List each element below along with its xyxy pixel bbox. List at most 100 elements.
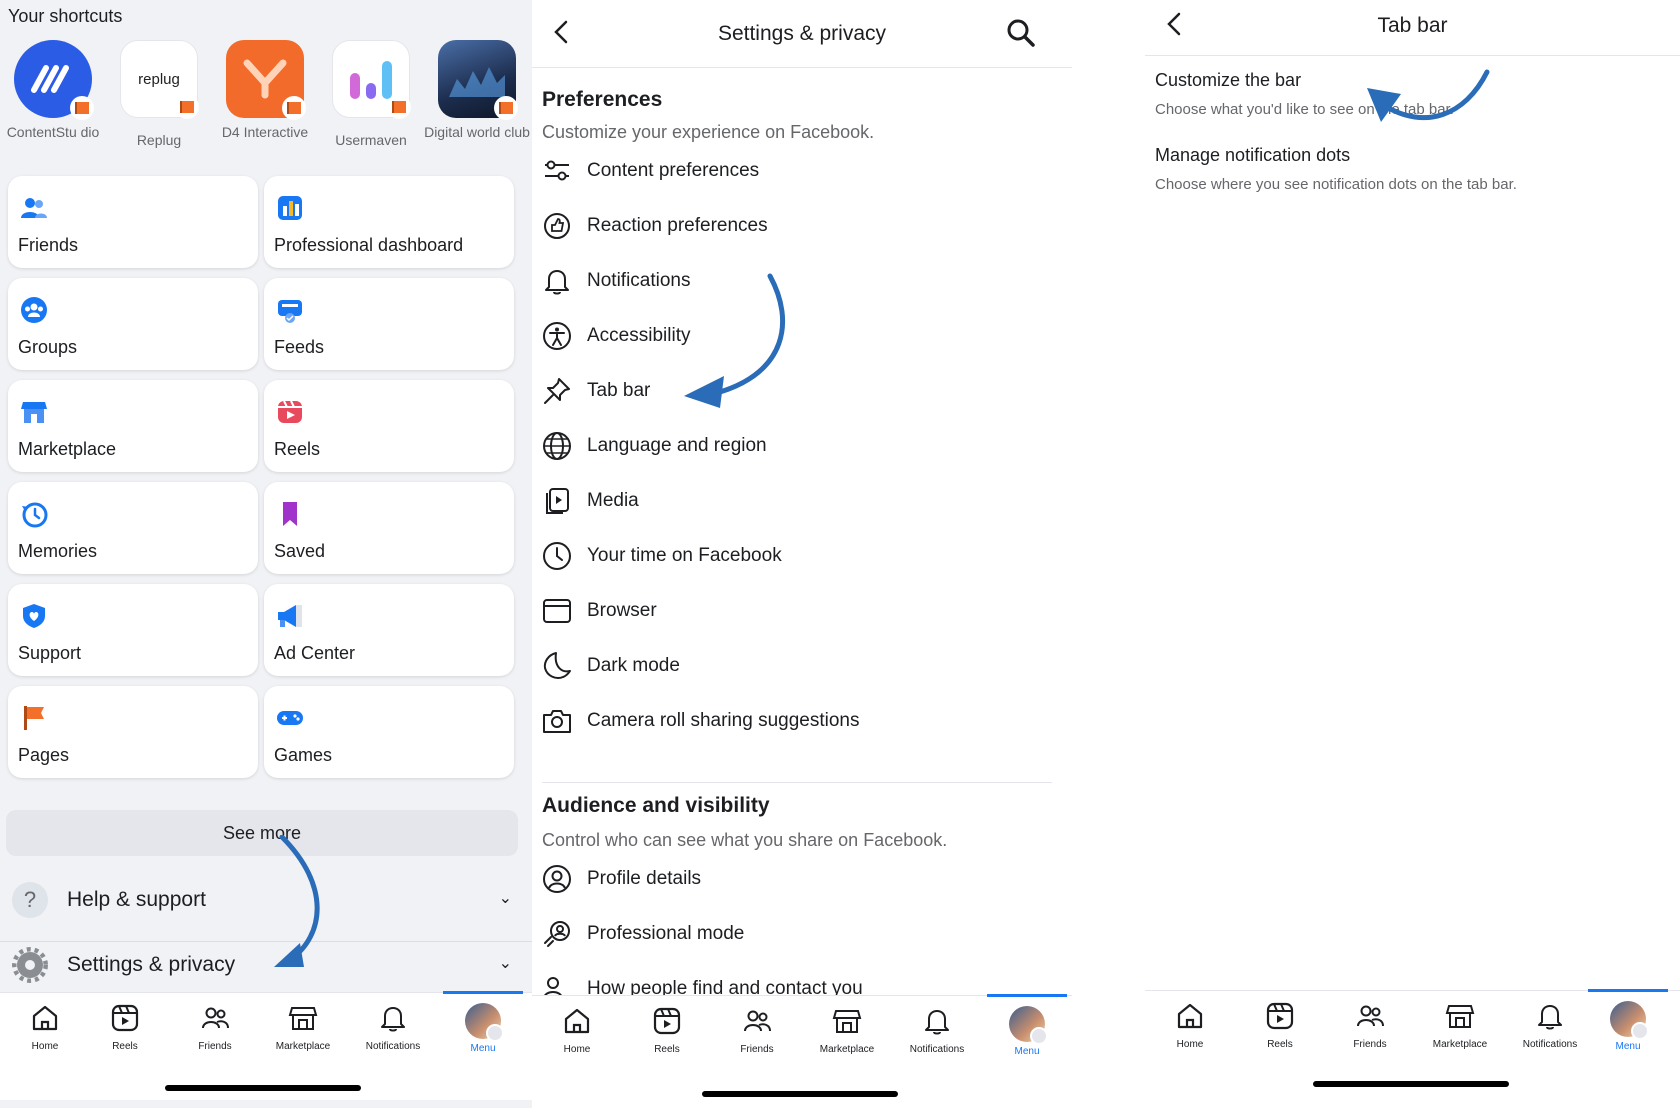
reels-icon [653,1007,681,1035]
settings-privacy-row[interactable]: Settings & privacy ⌄ [0,935,532,995]
nav-marketplace[interactable]: Marketplace [802,1006,892,1055]
tile-games[interactable]: Games [264,686,514,778]
nav-reels[interactable]: Reels [80,1003,170,1052]
tile-label: Feeds [274,337,325,357]
home-icon [564,1008,590,1034]
menu-item-tab-bar[interactable]: Tab bar [542,372,1042,412]
page-title: Tab bar [1377,14,1448,37]
marketplace-icon [832,1010,862,1033]
tile-professional-dashboard[interactable]: Professional dashboard [264,176,514,268]
accessibility-icon [543,322,571,350]
nav-menu[interactable]: Menu [1583,989,1673,1052]
digital-world-club-logo-icon [438,40,518,120]
shortcut-contentstudio[interactable]: ContentStu dio [0,40,106,141]
tile-support[interactable]: Support [8,584,258,676]
nav-friends[interactable]: Friends [170,1003,260,1052]
browser-icon [543,599,571,623]
nav-menu[interactable]: Menu [982,994,1072,1057]
nav-notifications[interactable]: Notifications [1505,1001,1595,1050]
home-indicator [1313,1081,1509,1087]
help-support-row[interactable]: ? Help & support ⌄ [0,870,532,930]
shortcut-usermaven[interactable]: Usermaven [318,40,424,149]
tile-pages[interactable]: Pages [8,686,258,778]
nav-reels[interactable]: Reels [622,1006,712,1055]
audience-heading: Audience and visibility [542,794,770,817]
menu-item-camera-roll[interactable]: Camera roll sharing suggestions [542,702,1042,742]
tile-marketplace[interactable]: Marketplace [8,380,258,472]
menu-item-media[interactable]: Media [542,482,1042,522]
nav-friends[interactable]: Friends [712,1006,802,1055]
groups-icon [21,297,47,323]
menu-panel: Your shortcuts ContentStu dio replug Rep… [0,0,532,1108]
menu-item-professional-mode[interactable]: Professional mode [542,915,1042,955]
home-icon [1177,1003,1203,1029]
shortcut-d4-interactive[interactable]: D4 Interactive [212,40,318,141]
marketplace-icon [1445,1005,1475,1028]
settings-privacy-panel: Settings & privacy Preferences Customize… [532,0,1072,1108]
nav-marketplace[interactable]: Marketplace [1415,1001,1505,1050]
shortcut-label: Digital world club [424,124,530,140]
usermaven-logo-icon [332,40,411,119]
menu-item-notifications[interactable]: Notifications [542,262,1042,302]
friends-icon [202,1007,229,1029]
tile-friends[interactable]: Friends [8,176,258,268]
menu-item-content-preferences[interactable]: Content preferences [542,152,1042,192]
nav-reels[interactable]: Reels [1235,1001,1325,1050]
marketplace-icon [21,402,47,423]
menu-item-accessibility[interactable]: Accessibility [542,317,1042,357]
help-icon: ? [12,882,48,918]
option-customize-bar[interactable]: Customize the bar Choose what you'd like… [1155,70,1655,118]
nav-home[interactable]: Home [1145,1001,1235,1050]
replug-logo-icon: replug [120,40,199,119]
friends-icon [744,1010,771,1032]
bell-icon [925,1010,949,1035]
reels-icon [278,400,302,423]
marketplace-icon [288,1007,318,1030]
chevron-down-icon: ⌄ [498,955,512,972]
tile-reels[interactable]: Reels [264,380,514,472]
nav-home[interactable]: Home [0,1003,90,1052]
tile-label: Professional dashboard [274,235,464,255]
nav-friends[interactable]: Friends [1325,1001,1415,1050]
avatar [465,1003,504,1042]
menu-item-browser[interactable]: Browser [542,592,1042,632]
option-subtitle: Choose where you see notification dots o… [1155,176,1517,193]
see-more-button[interactable]: See more [6,810,518,856]
shortcut-label: ContentStu dio [6,124,100,140]
reels-icon [111,1004,139,1032]
bottom-nav: Home Reels Friends Marketplace Notificat… [532,994,1072,1103]
tile-groups[interactable]: Groups [8,278,258,370]
gear-icon [12,947,48,983]
tile-memories[interactable]: Memories [8,482,258,574]
tile-label: Games [274,745,333,765]
menu-item-profile-details[interactable]: Profile details [542,860,1042,900]
bell-icon [545,270,569,295]
menu-item-your-time[interactable]: Your time on Facebook [542,537,1042,577]
menu-item-dark-mode[interactable]: Dark mode [542,647,1042,687]
shortcut-digital-world-club[interactable]: Digital world club [424,40,530,141]
tile-feeds[interactable]: Feeds [264,278,514,370]
memories-icon [22,502,48,528]
nav-notifications[interactable]: Notifications [348,1003,438,1052]
tile-label: Memories [18,541,98,561]
nav-marketplace[interactable]: Marketplace [258,1003,348,1052]
feeds-icon [278,300,302,323]
ad-center-icon [278,605,302,627]
option-title: Customize the bar [1155,70,1302,90]
tile-ad-center[interactable]: Ad Center [264,584,514,676]
page-title: Settings & privacy [717,22,887,45]
bottom-nav: Home Reels Friends Marketplace Notificat… [0,991,532,1100]
search-icon[interactable] [1006,18,1036,48]
tile-saved[interactable]: Saved [264,482,514,574]
help-support-label: Help & support [67,888,206,911]
nav-notifications[interactable]: Notifications [892,1006,982,1055]
saved-icon [283,502,297,526]
menu-item-reaction-preferences[interactable]: Reaction preferences [542,207,1042,247]
menu-item-language-region[interactable]: Language and region [542,427,1042,467]
shortcut-replug[interactable]: replug Replug [106,40,212,149]
nav-menu[interactable]: Menu [438,991,528,1054]
chevron-down-icon: ⌄ [498,890,512,907]
top-bar: Tab bar [1145,0,1680,56]
nav-home[interactable]: Home [532,1006,622,1055]
option-manage-notification-dots[interactable]: Manage notification dots Choose where yo… [1155,145,1655,193]
